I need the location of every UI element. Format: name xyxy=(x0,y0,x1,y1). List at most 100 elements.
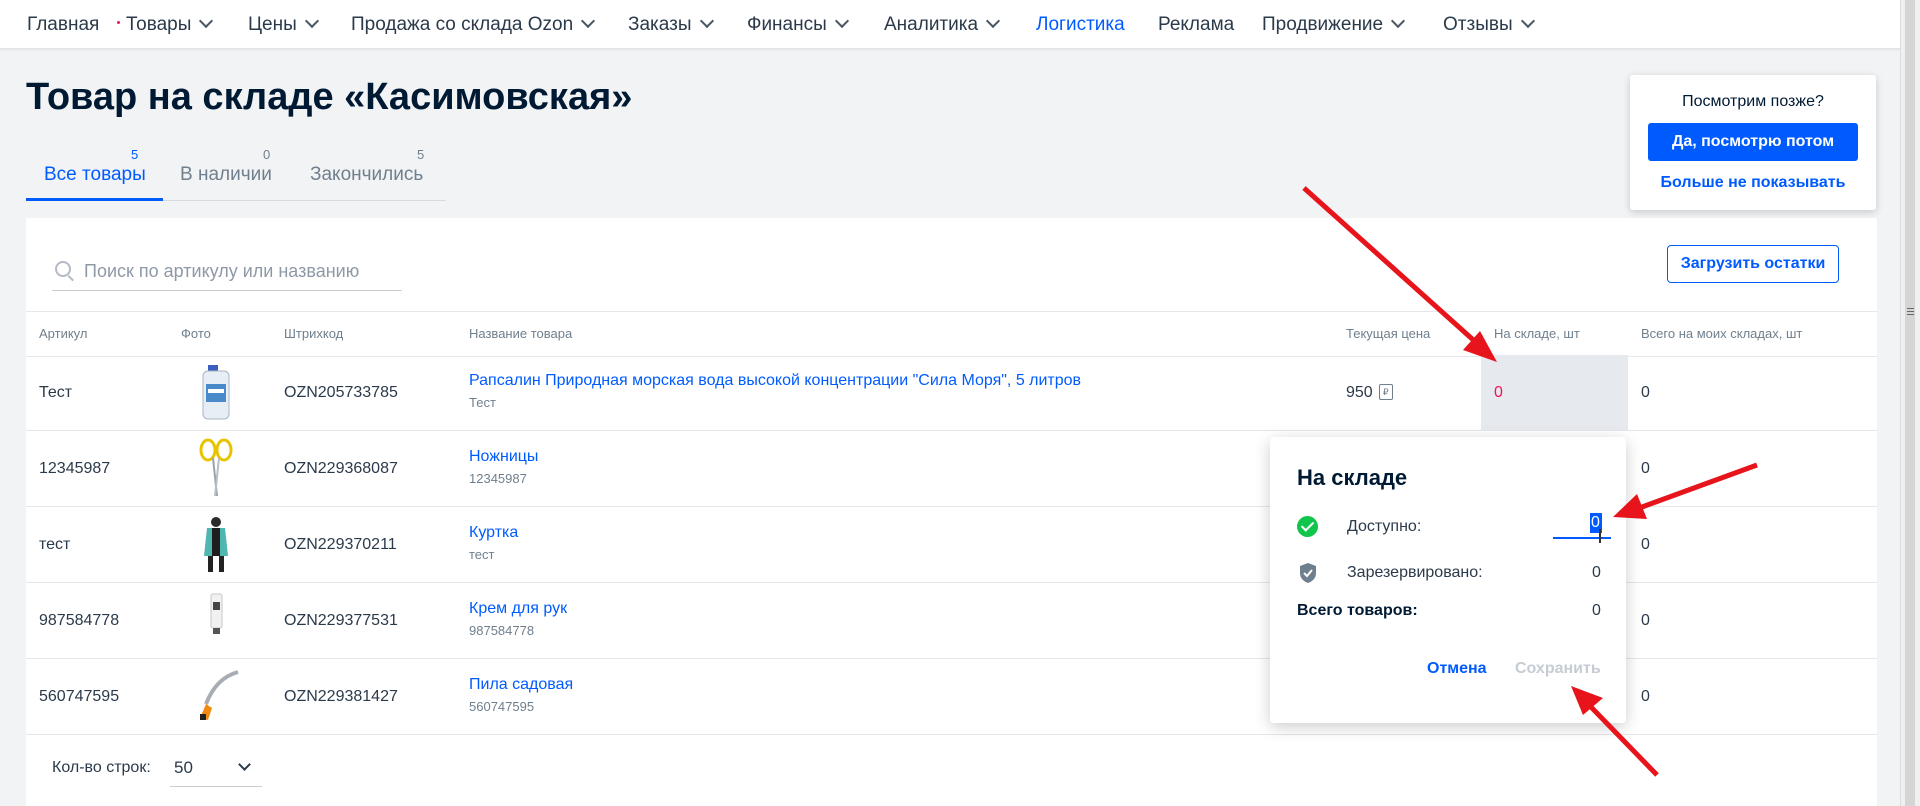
barcode-cell: OZN229368087 xyxy=(284,460,398,477)
total-stock-cell: 0 xyxy=(1641,536,1650,553)
column-header: Артикул xyxy=(39,326,88,341)
nav-item-products[interactable]: Товары xyxy=(117,13,214,36)
nav-item-ads[interactable]: Реклама xyxy=(1158,14,1234,36)
table-header: Артикул Фото Штрихкод Название товара Те… xyxy=(26,311,1877,357)
scrollbar-grip xyxy=(1907,308,1914,309)
product-photo-scissors xyxy=(199,438,233,497)
product-photo-jacket xyxy=(204,517,228,572)
notification-dot xyxy=(117,21,120,24)
ruble-icon: ₽ xyxy=(1378,384,1393,400)
shield-icon xyxy=(1300,563,1316,583)
table-row[interactable]: Тест OZN205733785 Рапсалин Природная мор… xyxy=(26,355,1877,431)
barcode-cell: OZN229370211 xyxy=(284,536,397,553)
reserved-label: Зарезервировано: xyxy=(1347,564,1483,581)
nav-item-promotion[interactable]: Продвижение xyxy=(1262,13,1406,36)
chevron-down-icon xyxy=(985,13,1001,29)
popup-title: Посмотрим позже? xyxy=(1682,93,1824,110)
product-article-sub: Тест xyxy=(469,395,496,410)
save-button[interactable]: Сохранить xyxy=(1515,660,1601,678)
rows-per-page-label: Кол-во строк: xyxy=(52,759,151,776)
product-article-sub: 560747595 xyxy=(469,699,535,714)
tab-out-of-stock[interactable]: Закончились xyxy=(310,164,423,186)
barcode-cell: OZN229377531 xyxy=(284,612,398,629)
active-tab-indicator xyxy=(26,198,163,201)
total-stock-cell: 0 xyxy=(1641,460,1650,477)
nav-item-home[interactable]: Главная xyxy=(27,14,99,36)
check-circle-icon xyxy=(1297,516,1318,537)
rows-per-page-select[interactable]: 50 xyxy=(170,748,262,787)
view-later-popup: Посмотрим позже? Да, посмотрю потом Боль… xyxy=(1630,75,1876,210)
stock-edit-popup: На складе Доступно: 0 Зарезервировано: 0… xyxy=(1270,437,1626,723)
total-stock-cell: 0 xyxy=(1641,384,1650,401)
nav-item-prices[interactable]: Цены xyxy=(248,13,319,36)
total-label: Всего товаров: xyxy=(1297,602,1418,619)
column-header: Фото xyxy=(181,326,211,341)
barcode-cell: OZN229381427 xyxy=(284,688,398,705)
article-cell: 12345987 xyxy=(39,460,111,477)
scrollbar-grip xyxy=(1907,314,1914,315)
chevron-down-icon xyxy=(199,13,214,29)
tab-all-products[interactable]: Все товары xyxy=(44,164,146,186)
tab-count: 0 xyxy=(263,147,271,162)
product-photo-hand-cream xyxy=(210,593,223,634)
total-stock-cell: 0 xyxy=(1641,612,1650,629)
cancel-button[interactable]: Отмена xyxy=(1427,660,1487,678)
chevron-down-icon xyxy=(834,13,849,29)
column-header: Текущая цена xyxy=(1346,326,1431,341)
column-header: Название товара xyxy=(469,326,573,341)
column-header: На складе, шт xyxy=(1494,326,1580,341)
nav-item-reviews[interactable]: Отзывы xyxy=(1443,13,1535,36)
search-box xyxy=(52,250,402,291)
popup-title: На складе xyxy=(1297,465,1408,490)
nav-item-orders[interactable]: Заказы xyxy=(628,13,714,36)
column-header: Штрихкод xyxy=(284,326,344,341)
chevron-down-icon xyxy=(699,13,714,29)
product-photo-water-bottle xyxy=(202,365,230,420)
chevron-down-icon xyxy=(581,13,596,29)
article-cell: 560747595 xyxy=(39,688,120,705)
view-later-button[interactable]: Да, посмотрю потом xyxy=(1648,123,1858,161)
product-article-sub: 987584778 xyxy=(469,623,535,638)
nav-item-logistics[interactable]: Логистика xyxy=(1036,14,1125,36)
column-header: Всего на моих складах, шт xyxy=(1641,326,1803,341)
product-name-link[interactable]: Куртка xyxy=(469,524,518,542)
article-cell: Тест xyxy=(39,384,73,401)
product-name-link[interactable]: Пила садовая xyxy=(469,676,573,694)
product-article-sub: 12345987 xyxy=(469,471,527,486)
stock-cell[interactable]: 0 xyxy=(1494,384,1503,402)
chevron-down-icon xyxy=(1391,13,1406,29)
search-icon xyxy=(55,261,71,277)
tab-count: 5 xyxy=(131,147,139,162)
product-photo-garden-saw xyxy=(200,670,239,720)
stock-tabs: 5 Все товары 0 В наличии 5 Закончились xyxy=(26,144,446,201)
chevron-down-icon xyxy=(238,758,251,771)
search-input[interactable] xyxy=(82,256,396,286)
scrollbar-thumb[interactable] xyxy=(1905,0,1915,806)
chevron-down-icon xyxy=(304,13,319,29)
total-stock-cell: 0 xyxy=(1641,688,1650,705)
upload-stock-button[interactable]: Загрузить остатки xyxy=(1667,245,1839,283)
chevron-down-icon xyxy=(1520,13,1535,29)
available-quantity-input[interactable] xyxy=(1553,511,1611,539)
article-cell: 987584778 xyxy=(39,612,120,629)
total-value: 0 xyxy=(1592,602,1601,619)
tab-count: 5 xyxy=(417,147,425,162)
scrollbar-grip xyxy=(1907,311,1914,312)
barcode-cell: OZN205733785 xyxy=(284,384,398,401)
nav-item-analytics[interactable]: Аналитика xyxy=(884,13,1001,36)
stock-cell-highlight xyxy=(1481,355,1628,430)
product-name-link[interactable]: Крем для рук xyxy=(469,600,567,618)
product-article-sub: тест xyxy=(469,547,495,562)
available-label: Доступно: xyxy=(1347,518,1422,535)
top-navigation: Главная Товары Цены Продажа со склада Oz… xyxy=(0,0,1900,49)
page-title: Товар на складе «Касимовская» xyxy=(26,76,633,118)
tab-in-stock[interactable]: В наличии xyxy=(180,164,272,186)
product-name-link[interactable]: Ножницы xyxy=(469,448,538,466)
nav-item-ozon-warehouse-sales[interactable]: Продажа со склада Ozon xyxy=(351,13,596,36)
price-cell: 950 ₽ xyxy=(1346,384,1393,402)
dont-show-again-link[interactable]: Больше не показывать xyxy=(1630,174,1876,192)
product-name-link[interactable]: Рапсалин Природная морская вода высокой … xyxy=(469,372,1081,390)
article-cell: тест xyxy=(39,536,71,553)
rows-per-page-value: 50 xyxy=(174,758,193,777)
nav-item-finance[interactable]: Финансы xyxy=(747,13,849,36)
